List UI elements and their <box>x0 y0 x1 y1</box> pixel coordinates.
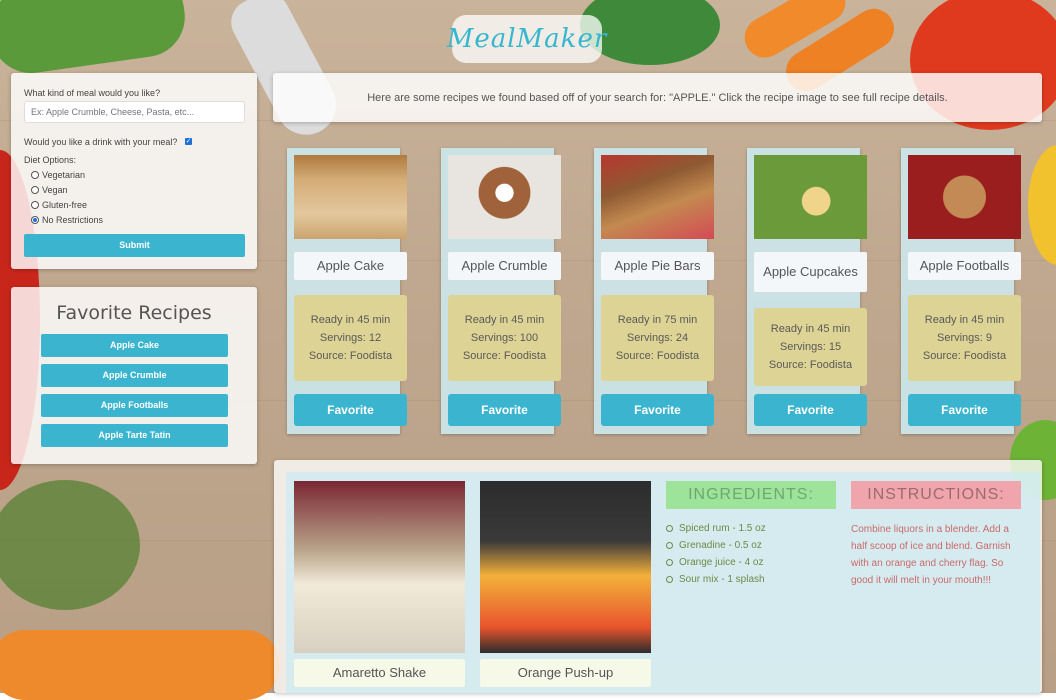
ingredient-item: Orange juice - 4 oz <box>666 554 836 571</box>
recipe-servings: Servings: 100 <box>470 332 539 344</box>
recipe-image-apple-pie-bars[interactable] <box>601 155 714 239</box>
recipe-source: Source: Foodista <box>308 350 393 362</box>
recipe-ready-time: Ready in 45 min <box>310 314 391 326</box>
meal-search-input[interactable] <box>24 101 245 123</box>
search-results-message: Here are some recipes we found based off… <box>273 73 1042 122</box>
recipe-ready-time: Ready in 75 min <box>617 314 698 326</box>
favorite-item-apple-footballs[interactable]: Apple Footballs <box>41 394 228 417</box>
diet-option-no-restrictions[interactable]: No Restrictions <box>31 215 103 225</box>
recipe-ready-time: Ready in 45 min <box>924 314 1005 326</box>
recipe-source: Source: Foodista <box>615 350 700 362</box>
drink-checkbox[interactable]: ✓ <box>185 138 192 145</box>
radio-icon-selected[interactable] <box>31 216 39 224</box>
recipe-name: Apple Pie Bars <box>601 252 714 280</box>
favorites-title: Favorite Recipes <box>56 302 212 324</box>
recipe-card: Apple Cupcakes Ready in 45 min Servings:… <box>747 148 867 434</box>
diet-options-label: Diet Options: <box>24 155 77 165</box>
recipe-image-apple-cupcakes[interactable] <box>754 155 867 239</box>
recipe-info: Ready in 45 min Servings: 100 Source: Fo… <box>448 295 561 381</box>
recipe-card: Apple Crumble Ready in 45 min Servings: … <box>441 148 561 434</box>
recipe-servings: Servings: 9 <box>936 332 993 344</box>
recipe-card: Apple Cake Ready in 45 min Servings: 12 … <box>287 148 407 434</box>
favorite-item-apple-crumble[interactable]: Apple Crumble <box>41 364 228 387</box>
drink-name: Amaretto Shake <box>294 659 465 687</box>
ingredient-item: Spiced rum - 1.5 oz <box>666 520 836 537</box>
recipe-name: Apple Cupcakes <box>754 252 867 292</box>
drink-question-label: Would you like a drink with your meal? <box>24 137 178 147</box>
favorite-button[interactable]: Favorite <box>754 394 867 426</box>
recipe-info: Ready in 75 min Servings: 24 Source: Foo… <box>601 295 714 381</box>
favorite-button[interactable]: Favorite <box>294 394 407 426</box>
bullet-icon <box>666 559 673 566</box>
ingredient-item: Grenadine - 0.5 oz <box>666 537 836 554</box>
recipe-image-apple-footballs[interactable] <box>908 155 1021 239</box>
recipe-image-apple-crumble[interactable] <box>448 155 561 239</box>
recipe-card: Apple Pie Bars Ready in 75 min Servings:… <box>594 148 714 434</box>
radio-icon[interactable] <box>31 171 39 179</box>
recipe-ready-time: Ready in 45 min <box>464 314 545 326</box>
radio-icon[interactable] <box>31 201 39 209</box>
bullet-icon <box>666 576 673 583</box>
recipe-name: Apple Crumble <box>448 252 561 280</box>
diet-option-vegan[interactable]: Vegan <box>31 185 68 195</box>
instructions-text: Combine liquors in a blender. Add a half… <box>851 524 1011 586</box>
recipe-info: Ready in 45 min Servings: 12 Source: Foo… <box>294 295 407 381</box>
drink-image-orange-push-up[interactable] <box>480 481 651 653</box>
recipe-ready-time: Ready in 45 min <box>770 323 851 335</box>
submit-button[interactable]: Submit <box>24 234 245 257</box>
recipe-name: Apple Footballs <box>908 252 1021 280</box>
favorite-item-apple-tarte-tatin[interactable]: Apple Tarte Tatin <box>41 424 228 447</box>
recipe-info: Ready in 45 min Servings: 15 Source: Foo… <box>754 308 867 386</box>
recipe-source: Source: Foodista <box>768 359 853 371</box>
ingredient-item: Sour mix - 1 splash <box>666 571 836 588</box>
search-form: What kind of meal would you like? Would … <box>11 73 257 269</box>
recipe-card: Apple Footballs Ready in 45 min Servings… <box>901 148 1021 434</box>
bottom-carrot-decoration <box>0 630 280 700</box>
ingredients-list: Spiced rum - 1.5 oz Grenadine - 0.5 oz O… <box>666 520 836 588</box>
recipe-image-apple-cake[interactable] <box>294 155 407 239</box>
favorite-recipes-panel: Favorite Recipes Apple Cake Apple Crumbl… <box>11 287 257 464</box>
instructions-heading: INSTRUCTIONS: <box>851 481 1021 509</box>
meal-question-label: What kind of meal would you like? <box>24 88 161 98</box>
recipe-servings: Servings: 15 <box>779 341 842 353</box>
recipe-source: Source: Foodista <box>462 350 547 362</box>
recipe-servings: Servings: 12 <box>319 332 382 344</box>
recipe-info: Ready in 45 min Servings: 9 Source: Food… <box>908 295 1021 381</box>
recipe-servings: Servings: 24 <box>626 332 689 344</box>
favorite-button[interactable]: Favorite <box>601 394 714 426</box>
drink-name: Orange Push-up <box>480 659 651 687</box>
bullet-icon <box>666 525 673 532</box>
app-logo: MealMaker <box>447 15 606 63</box>
drink-image-amaretto-shake[interactable] <box>294 481 465 653</box>
diet-option-vegetarian[interactable]: Vegetarian <box>31 170 85 180</box>
ingredients-heading: INGREDIENTS: <box>666 481 836 509</box>
recipe-source: Source: Foodista <box>922 350 1007 362</box>
favorite-button[interactable]: Favorite <box>908 394 1021 426</box>
bullet-icon <box>666 542 673 549</box>
favorite-item-apple-cake[interactable]: Apple Cake <box>41 334 228 357</box>
diet-option-gluten-free[interactable]: Gluten-free <box>31 200 87 210</box>
favorite-button[interactable]: Favorite <box>448 394 561 426</box>
radio-icon[interactable] <box>31 186 39 194</box>
recipe-name: Apple Cake <box>294 252 407 280</box>
